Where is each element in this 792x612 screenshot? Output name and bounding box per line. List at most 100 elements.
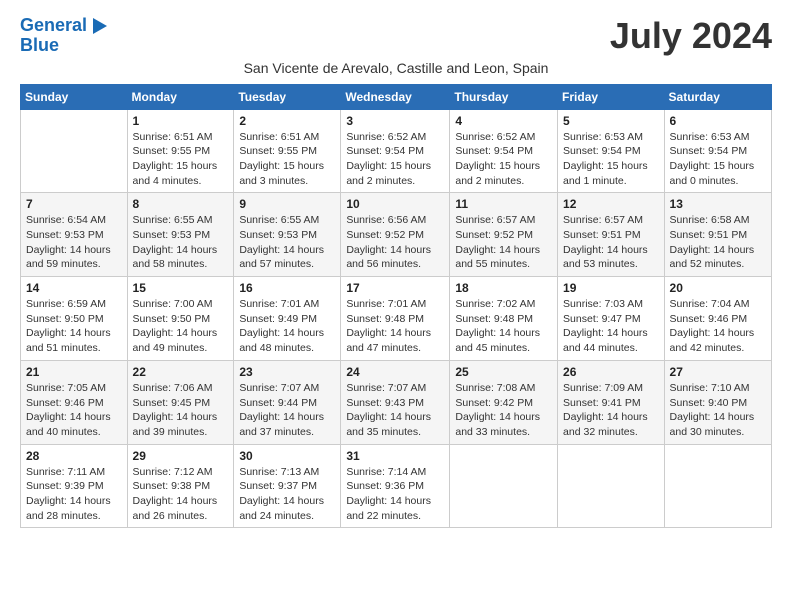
day-detail: Sunrise: 6:57 AM Sunset: 9:52 PM Dayligh… — [455, 213, 552, 272]
day-detail: Sunrise: 7:11 AM Sunset: 9:39 PM Dayligh… — [26, 465, 122, 524]
day-detail: Sunrise: 7:01 AM Sunset: 9:49 PM Dayligh… — [239, 297, 335, 356]
day-detail: Sunrise: 7:04 AM Sunset: 9:46 PM Dayligh… — [670, 297, 766, 356]
day-cell: 12 Sunrise: 6:57 AM Sunset: 9:51 PM Dayli… — [558, 193, 665, 277]
day-number: 13 — [670, 197, 766, 211]
logo: General Blue — [20, 16, 107, 56]
day-detail: Sunrise: 7:07 AM Sunset: 9:43 PM Dayligh… — [346, 381, 444, 440]
header: General Blue July 2024 — [20, 16, 772, 56]
weekday-header-thursday: Thursday — [450, 84, 558, 109]
day-cell: 1Sunrise: 6:51 AM Sunset: 9:55 PM Daylig… — [127, 109, 234, 193]
day-number: 19 — [563, 281, 659, 295]
day-detail: Sunrise: 7:14 AM Sunset: 9:36 PM Dayligh… — [346, 465, 444, 524]
day-number: 2 — [239, 114, 335, 128]
day-cell: 18Sunrise: 7:02 AM Sunset: 9:48 PM Dayli… — [450, 277, 558, 361]
day-number: 1 — [133, 114, 229, 128]
day-cell: 7 Sunrise: 6:54 AM Sunset: 9:53 PM Daylig… — [21, 193, 128, 277]
day-number: 21 — [26, 365, 122, 379]
day-number: 10 — [346, 197, 444, 211]
day-cell — [450, 444, 558, 528]
day-number: 17 — [346, 281, 444, 295]
day-detail: Sunrise: 7:03 AM Sunset: 9:47 PM Dayligh… — [563, 297, 659, 356]
day-number: 15 — [133, 281, 229, 295]
day-cell: 21 Sunrise: 7:05 AM Sunset: 9:46 PM Dayli… — [21, 360, 128, 444]
day-detail: Sunrise: 7:01 AM Sunset: 9:48 PM Dayligh… — [346, 297, 444, 356]
day-detail: Sunrise: 6:52 AM Sunset: 9:54 PM Dayligh… — [455, 130, 552, 189]
weekday-header-row: SundayMondayTuesdayWednesdayThursdayFrid… — [21, 84, 772, 109]
day-cell: 6 Sunrise: 6:53 AM Sunset: 9:54 PM Daylig… — [664, 109, 771, 193]
day-cell: 4 Sunrise: 6:52 AM Sunset: 9:54 PM Daylig… — [450, 109, 558, 193]
day-detail: Sunrise: 6:52 AM Sunset: 9:54 PM Dayligh… — [346, 130, 444, 189]
weekday-header-monday: Monday — [127, 84, 234, 109]
day-cell: 8Sunrise: 6:55 AM Sunset: 9:53 PM Daylig… — [127, 193, 234, 277]
day-number: 4 — [455, 114, 552, 128]
day-cell: 17 Sunrise: 7:01 AM Sunset: 9:48 PM Dayli… — [341, 277, 450, 361]
subtitle: San Vicente de Arevalo, Castille and Leo… — [20, 60, 772, 76]
day-number: 3 — [346, 114, 444, 128]
day-detail: Sunrise: 7:07 AM Sunset: 9:44 PM Dayligh… — [239, 381, 335, 440]
day-cell: 3 Sunrise: 6:52 AM Sunset: 9:54 PM Daylig… — [341, 109, 450, 193]
day-detail: Sunrise: 7:12 AM Sunset: 9:38 PM Dayligh… — [133, 465, 229, 524]
weekday-header-wednesday: Wednesday — [341, 84, 450, 109]
week-row-1: 1 Sunrise: 6:51 AM Sunset: 9:55 PM Daylig… — [21, 109, 772, 193]
day-cell: 25Sunrise: 7:08 AM Sunset: 9:42 PM Dayli… — [450, 360, 558, 444]
day-number: 12 — [563, 197, 659, 211]
day-number: 20 — [670, 281, 766, 295]
day-number: 30 — [239, 449, 335, 463]
day-cell: 30 Sunrise: 7:13 AM Sunset: 9:37 PM Dayli… — [234, 444, 341, 528]
day-number: 9 — [239, 197, 335, 211]
day-detail: Sunrise: 6:55 AM Sunset: 9:53 PM Dayligh… — [133, 213, 229, 272]
day-detail: Sunrise: 6:56 AM Sunset: 9:52 PM Dayligh… — [346, 213, 444, 272]
day-detail: Sunrise: 7:09 AM Sunset: 9:41 PM Dayligh… — [563, 381, 659, 440]
weekday-header-sunday: Sunday — [21, 84, 128, 109]
day-cell: 13Sunrise: 6:58 AM Sunset: 9:51 PM Dayli… — [664, 193, 771, 277]
day-number: 16 — [239, 281, 335, 295]
logo-arrow-icon — [93, 18, 107, 34]
day-detail: Sunrise: 6:59 AM Sunset: 9:50 PM Dayligh… — [26, 297, 122, 356]
day-number: 7 — [26, 197, 122, 211]
day-number: 5 — [563, 114, 659, 128]
day-cell — [664, 444, 771, 528]
week-row-3: 14 Sunrise: 6:59 AM Sunset: 9:50 PM Dayli… — [21, 277, 772, 361]
day-number: 29 — [133, 449, 229, 463]
calendar-table: SundayMondayTuesdayWednesdayThursdayFrid… — [20, 84, 772, 529]
day-detail: Sunrise: 7:08 AM Sunset: 9:42 PM Dayligh… — [455, 381, 552, 440]
day-cell: 5 Sunrise: 6:53 AM Sunset: 9:54 PM Daylig… — [558, 109, 665, 193]
day-cell: 15 Sunrise: 7:00 AM Sunset: 9:50 PM Dayli… — [127, 277, 234, 361]
day-detail: Sunrise: 6:53 AM Sunset: 9:54 PM Dayligh… — [670, 130, 766, 189]
day-detail: Sunrise: 7:06 AM Sunset: 9:45 PM Dayligh… — [133, 381, 229, 440]
logo-general: General — [20, 15, 87, 35]
day-cell: 31Sunrise: 7:14 AM Sunset: 9:36 PM Dayli… — [341, 444, 450, 528]
week-row-4: 21 Sunrise: 7:05 AM Sunset: 9:46 PM Dayli… — [21, 360, 772, 444]
logo-text: General — [20, 16, 107, 36]
month-title: July 2024 — [610, 16, 772, 56]
day-cell: 11 Sunrise: 6:57 AM Sunset: 9:52 PM Dayli… — [450, 193, 558, 277]
day-detail: Sunrise: 7:00 AM Sunset: 9:50 PM Dayligh… — [133, 297, 229, 356]
day-number: 24 — [346, 365, 444, 379]
day-cell: 20 Sunrise: 7:04 AM Sunset: 9:46 PM Dayli… — [664, 277, 771, 361]
day-cell: 19 Sunrise: 7:03 AM Sunset: 9:47 PM Dayli… — [558, 277, 665, 361]
weekday-header-tuesday: Tuesday — [234, 84, 341, 109]
day-cell: 9 Sunrise: 6:55 AM Sunset: 9:53 PM Daylig… — [234, 193, 341, 277]
day-number: 11 — [455, 197, 552, 211]
day-detail: Sunrise: 6:53 AM Sunset: 9:54 PM Dayligh… — [563, 130, 659, 189]
day-detail: Sunrise: 6:55 AM Sunset: 9:53 PM Dayligh… — [239, 213, 335, 272]
day-number: 6 — [670, 114, 766, 128]
day-detail: Sunrise: 6:54 AM Sunset: 9:53 PM Dayligh… — [26, 213, 122, 272]
day-number: 27 — [670, 365, 766, 379]
weekday-header-friday: Friday — [558, 84, 665, 109]
day-number: 23 — [239, 365, 335, 379]
title-right: July 2024 — [610, 16, 772, 56]
day-detail: Sunrise: 6:57 AM Sunset: 9:51 PM Dayligh… — [563, 213, 659, 272]
day-number: 18 — [455, 281, 552, 295]
day-detail: Sunrise: 6:51 AM Sunset: 9:55 PM Dayligh… — [239, 130, 335, 189]
day-detail: Sunrise: 7:13 AM Sunset: 9:37 PM Dayligh… — [239, 465, 335, 524]
day-cell: 28Sunrise: 7:11 AM Sunset: 9:39 PM Dayli… — [21, 444, 128, 528]
day-number: 14 — [26, 281, 122, 295]
week-row-2: 7 Sunrise: 6:54 AM Sunset: 9:53 PM Daylig… — [21, 193, 772, 277]
week-row-5: 28Sunrise: 7:11 AM Sunset: 9:39 PM Dayli… — [21, 444, 772, 528]
day-cell: 26Sunrise: 7:09 AM Sunset: 9:41 PM Dayli… — [558, 360, 665, 444]
day-cell: 16 Sunrise: 7:01 AM Sunset: 9:49 PM Dayli… — [234, 277, 341, 361]
day-cell: 27Sunrise: 7:10 AM Sunset: 9:40 PM Dayli… — [664, 360, 771, 444]
day-detail: Sunrise: 7:05 AM Sunset: 9:46 PM Dayligh… — [26, 381, 122, 440]
day-cell: 23 Sunrise: 7:07 AM Sunset: 9:44 PM Dayli… — [234, 360, 341, 444]
